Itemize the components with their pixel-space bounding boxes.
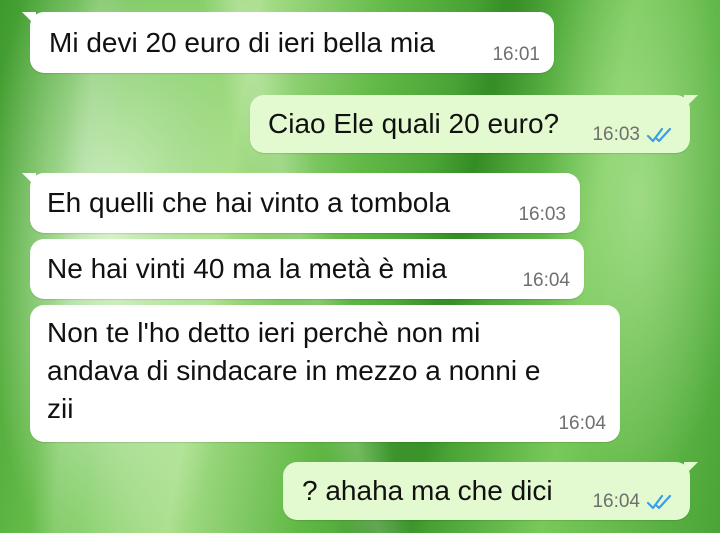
message-bubble-incoming[interactable]: Mi devi 20 euro di ieri bella mia 16:01 (22, 12, 554, 73)
message-text: Non te l'ho detto ieri perchè non mi and… (47, 317, 541, 424)
message-meta: 16:04 (592, 492, 676, 512)
message-bubble-outgoing[interactable]: Ciao Ele quali 20 euro? 16:03 (250, 95, 698, 153)
message-text: Ciao Ele quali 20 euro? (268, 108, 560, 139)
message-bubble-incoming[interactable]: Non te l'ho detto ieri perchè non mi and… (30, 305, 620, 442)
message-text: Ne hai vinti 40 ma la metà è mia (47, 253, 447, 284)
message-text: ? ahaha ma che dici (302, 475, 553, 506)
message-time: 16:04 (558, 413, 606, 434)
message-text: Mi devi 20 euro di ieri bella mia (49, 27, 435, 58)
double-check-read-icon (646, 494, 672, 510)
bubble-tail (684, 95, 698, 109)
message-bubble-outgoing[interactable]: ? ahaha ma che dici 16:04 (283, 462, 698, 520)
message-time: 16:01 (492, 44, 540, 65)
bubble-tail (22, 12, 36, 26)
message-meta: 16:04 (558, 414, 606, 434)
message-time: 16:03 (518, 204, 566, 225)
bubble-tail (22, 173, 36, 187)
message-meta: 16:01 (492, 45, 540, 65)
message-time: 16:04 (522, 270, 570, 291)
message-meta: 16:03 (518, 205, 566, 225)
message-time: 16:03 (592, 124, 640, 145)
bubble-tail (684, 462, 698, 476)
message-bubble-incoming[interactable]: Eh quelli che hai vinto a tombola 16:03 (22, 173, 580, 233)
message-text: Eh quelli che hai vinto a tombola (47, 187, 451, 218)
message-time: 16:04 (592, 491, 640, 512)
double-check-read-icon (646, 127, 672, 143)
message-bubble-incoming[interactable]: Ne hai vinti 40 ma la metà è mia 16:04 (30, 239, 584, 299)
message-meta: 16:04 (522, 271, 570, 291)
message-meta: 16:03 (592, 125, 676, 145)
